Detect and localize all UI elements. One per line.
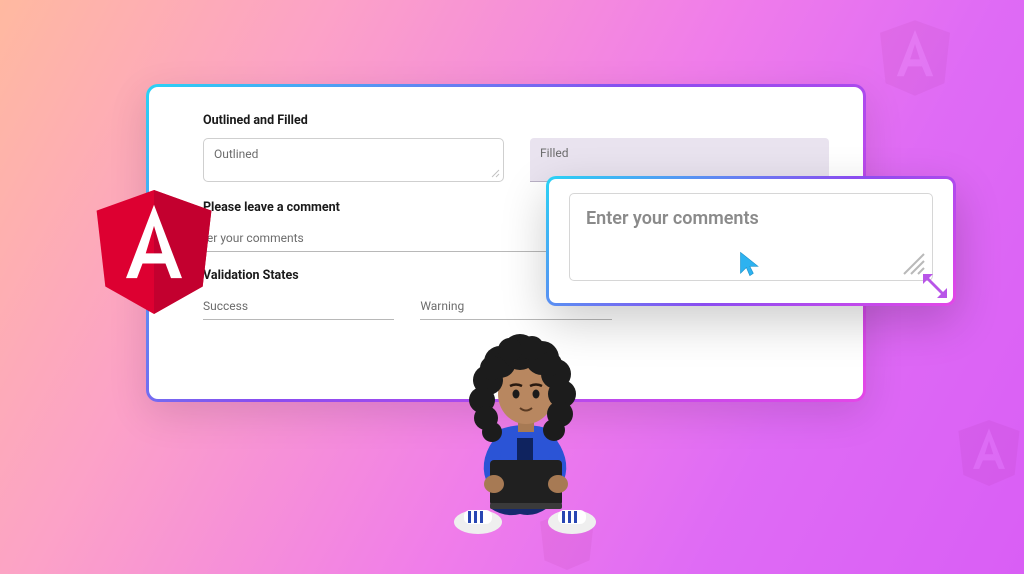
angular-watermark-icon: [958, 420, 1020, 486]
warning-label: Warning: [420, 299, 464, 313]
zoom-comment-textarea[interactable]: Enter your comments: [569, 193, 933, 281]
filled-placeholder: Filled: [540, 146, 569, 160]
zoom-placeholder: Enter your comments: [586, 208, 759, 229]
resize-arrow-icon: [917, 268, 955, 306]
zoom-popup: Enter your comments: [546, 176, 956, 306]
success-input[interactable]: Success: [203, 293, 394, 320]
cursor-icon: [737, 250, 765, 278]
outlined-filled-heading: Outlined and Filled: [203, 113, 829, 128]
outlined-placeholder: Outlined: [214, 147, 258, 161]
zoom-popup-body: Enter your comments: [549, 179, 953, 303]
resize-grip-icon: [490, 168, 500, 178]
angular-watermark-icon: [540, 512, 594, 570]
comment-placeholder: ter your comments: [203, 231, 304, 245]
outlined-textarea[interactable]: Outlined: [203, 138, 504, 182]
angular-logo-icon: [96, 190, 212, 314]
angular-watermark-icon: [880, 20, 950, 96]
